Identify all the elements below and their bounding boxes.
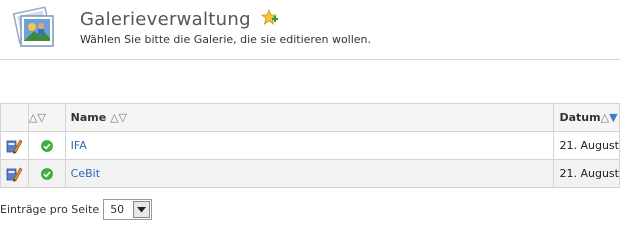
gallery-link[interactable]: IFA <box>66 139 87 152</box>
active-check-icon[interactable] <box>40 168 53 180</box>
chevron-down-icon <box>137 206 147 212</box>
per-page-select[interactable]: 50 <box>103 199 153 220</box>
per-page-label: Einträge pro Seite <box>0 203 100 216</box>
page-subtitle: Wählen Sie bitte die Galerie, die sie ed… <box>80 33 372 46</box>
sort-toggle-icon[interactable]: △▽ <box>110 111 127 124</box>
table-row: CeBit 21. August <box>0 159 620 188</box>
column-header-name[interactable]: Name △▽ <box>64 103 555 132</box>
name-cell: CeBit <box>64 159 555 188</box>
status-cell <box>27 131 66 160</box>
name-cell: IFA <box>64 131 555 160</box>
date-cell: 21. August <box>553 131 620 160</box>
column-label-date[interactable]: Datum <box>555 111 600 124</box>
page-header: Galerieverwaltung Wählen Sie bitte die G… <box>0 0 620 60</box>
date-cell: 21. August <box>553 159 620 188</box>
table-row: IFA 21. August <box>0 131 620 160</box>
table-header-row: △▽ Name △▽ Datum△▼ <box>0 103 620 132</box>
edit-cell <box>0 131 29 160</box>
add-star-icon[interactable] <box>261 9 279 27</box>
edit-cell <box>0 159 29 188</box>
column-header-edit <box>0 103 29 132</box>
per-page-value: 50 <box>110 203 125 216</box>
pagination-bar: Einträge pro Seite 50 <box>0 199 153 220</box>
header-divider <box>0 59 620 60</box>
active-check-icon[interactable] <box>40 140 53 152</box>
column-header-date[interactable]: Datum△▼ <box>553 103 620 132</box>
status-cell <box>27 159 66 188</box>
gallery-pictures-icon <box>12 6 54 47</box>
column-header-status[interactable]: △▽ <box>27 103 66 132</box>
sort-asc-icon[interactable]: △ <box>601 111 609 124</box>
column-label-name[interactable]: Name <box>66 111 107 124</box>
gallery-link[interactable]: CeBit <box>66 167 100 180</box>
edit-gallery-icon[interactable] <box>5 137 23 155</box>
dropdown-button[interactable] <box>133 201 151 218</box>
gallery-table: △▽ Name △▽ Datum△▼ IFA 21. August CeBit … <box>0 103 620 188</box>
sort-toggle-icon[interactable]: △▽ <box>29 111 46 124</box>
edit-gallery-icon[interactable] <box>5 165 23 183</box>
sort-desc-active-icon[interactable]: ▼ <box>609 111 617 124</box>
page-title: Galerieverwaltung <box>80 9 251 30</box>
